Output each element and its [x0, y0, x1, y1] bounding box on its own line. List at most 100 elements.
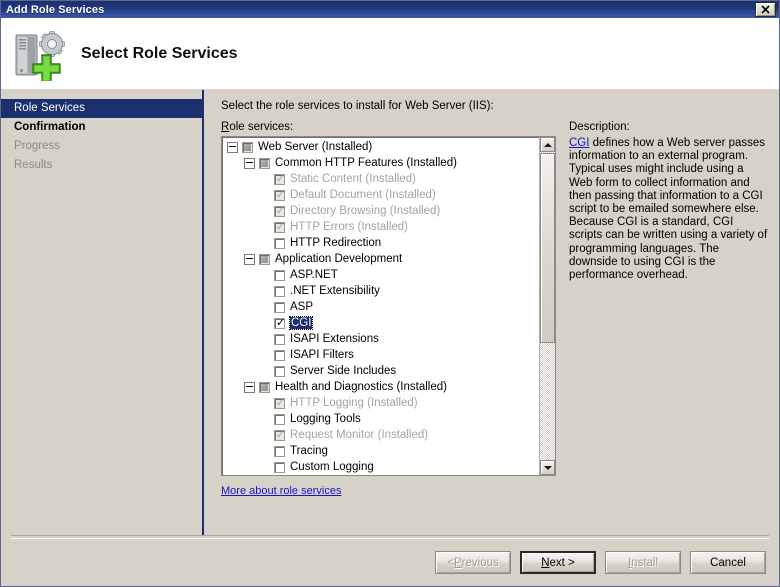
tree-row[interactable]: Server Side Includes — [222, 363, 539, 379]
tree-row-label[interactable]: Application Development — [275, 253, 402, 265]
tree-row[interactable]: ✓ Static Content (Installed) — [222, 171, 539, 187]
tree-row-label[interactable]: Health and Diagnostics (Installed) — [275, 381, 447, 393]
tree-checkbox[interactable] — [274, 334, 285, 345]
tree-row[interactable]: ASP — [222, 299, 539, 315]
tree-checkbox[interactable]: ✓ — [274, 190, 285, 201]
install-button-rest: nstall — [631, 557, 658, 569]
tree-checkbox[interactable]: ✓ — [274, 222, 285, 233]
tree-row-label[interactable]: ASP — [290, 301, 313, 313]
tree-row-label[interactable]: Tracing — [290, 445, 328, 457]
wizard-body: Role Services Confirmation Progress Resu… — [1, 90, 779, 535]
cgi-link[interactable]: CGI — [569, 137, 589, 149]
page-title: Select Role Services — [81, 45, 238, 63]
tree-expander-minus-icon[interactable] — [227, 142, 238, 153]
checkmark-icon: ✓ — [276, 221, 285, 232]
tree-row[interactable]: .NET Extensibility — [222, 283, 539, 299]
tree-checkbox[interactable] — [274, 366, 285, 377]
next-button-accesskey: N — [541, 557, 549, 569]
tree-row-label[interactable]: ISAPI Filters — [290, 349, 354, 361]
tree-row[interactable]: Application Development — [222, 251, 539, 267]
tree-row-label[interactable]: Logging Tools — [290, 413, 361, 425]
sidebar-item-confirmation[interactable]: Confirmation — [1, 118, 202, 137]
tree-checkbox[interactable]: ✓ — [274, 174, 285, 185]
install-button: Install — [605, 551, 681, 574]
tree-expander-minus-icon[interactable] — [244, 254, 255, 265]
tree-row-label[interactable]: Default Document (Installed) — [290, 189, 436, 201]
tree-row-label[interactable]: Custom Logging — [290, 461, 374, 473]
role-services-label-rest: ole services: — [229, 121, 293, 133]
tree-row[interactable]: Custom Logging — [222, 459, 539, 475]
tree-checkbox[interactable] — [274, 462, 285, 473]
tree-row[interactable]: Logging Tools — [222, 411, 539, 427]
tree-row-label[interactable]: Server Side Includes — [290, 365, 396, 377]
checkmark-icon: ✓ — [276, 397, 285, 408]
tree-checkbox[interactable]: ✓ — [274, 318, 285, 329]
tree-row[interactable]: ✓ Request Monitor (Installed) — [222, 427, 539, 443]
more-about-role-services-link[interactable]: More about role services — [221, 485, 341, 497]
tree-row-label[interactable]: HTTP Errors (Installed) — [290, 221, 408, 233]
tree-row-label[interactable]: .NET Extensibility — [290, 285, 380, 297]
checkmark-icon: ✓ — [276, 205, 285, 216]
tree-checkbox[interactable] — [274, 414, 285, 425]
tree-row[interactable]: Common HTTP Features (Installed) — [222, 155, 539, 171]
tree-row[interactable]: HTTP Redirection — [222, 235, 539, 251]
tree-row[interactable]: Web Server (Installed) — [222, 139, 539, 155]
tree-row[interactable]: ✓ HTTP Errors (Installed) — [222, 219, 539, 235]
tree-checkbox[interactable] — [259, 254, 270, 265]
tree-row-label[interactable]: Directory Browsing (Installed) — [290, 205, 440, 217]
description-label: Description: — [569, 121, 769, 133]
tree-row[interactable]: Tracing — [222, 443, 539, 459]
next-button[interactable]: Next > — [520, 551, 596, 574]
tree-row[interactable]: ISAPI Extensions — [222, 331, 539, 347]
tree-checkbox[interactable] — [274, 270, 285, 281]
role-services-listbox[interactable]: Web Server (Installed) Common HTTP Featur… — [221, 136, 556, 476]
tree-checkbox[interactable] — [259, 158, 270, 169]
tree-checkbox[interactable] — [274, 302, 285, 313]
cancel-button-label: Cancel — [710, 557, 746, 569]
content-columns: Role services: Web Server (Installed) Com… — [221, 121, 769, 535]
tree-row-label[interactable]: HTTP Logging (Installed) — [290, 397, 418, 409]
tree-row-label[interactable]: Web Server (Installed) — [258, 141, 372, 153]
tree-row-label[interactable]: ASP.NET — [290, 269, 338, 281]
checkmark-icon: ✓ — [276, 173, 285, 184]
role-services-tree[interactable]: Web Server (Installed) Common HTTP Featur… — [222, 139, 539, 475]
wizard-header: Select Role Services — [1, 18, 779, 90]
cancel-button[interactable]: Cancel — [690, 551, 766, 574]
tree-checkbox[interactable] — [274, 286, 285, 297]
tree-row[interactable]: ✓ Directory Browsing (Installed) — [222, 203, 539, 219]
tree-checkbox[interactable] — [242, 142, 253, 153]
tree-row[interactable]: ✓ Default Document (Installed) — [222, 187, 539, 203]
wizard-steps-sidebar: Role Services Confirmation Progress Resu… — [1, 90, 204, 535]
more-link-row: More about role services — [221, 485, 556, 497]
tree-row[interactable]: ISAPI Filters — [222, 347, 539, 363]
tree-row-label[interactable]: CGI — [290, 317, 312, 329]
role-services-label: Role services: — [221, 121, 556, 133]
tree-row-label[interactable]: Request Monitor (Installed) — [290, 429, 428, 441]
scrollbar-thumb[interactable] — [540, 153, 555, 343]
checkmark-icon: ✓ — [276, 189, 285, 200]
scroll-down-button[interactable] — [540, 460, 555, 475]
tree-row[interactable]: ✓ HTTP Logging (Installed) — [222, 395, 539, 411]
description-text: CGI defines how a Web server passes info… — [569, 137, 769, 282]
tree-expander-minus-icon[interactable] — [244, 158, 255, 169]
tree-row-label[interactable]: ISAPI Extensions — [290, 333, 379, 345]
close-icon[interactable] — [755, 2, 776, 17]
previous-button: < Previous — [435, 551, 511, 574]
tree-row-label[interactable]: HTTP Redirection — [290, 237, 381, 249]
tree-expander-minus-icon[interactable] — [244, 382, 255, 393]
tree-vertical-scrollbar[interactable] — [539, 137, 555, 475]
tree-checkbox[interactable] — [274, 350, 285, 361]
tree-row-label[interactable]: Common HTTP Features (Installed) — [275, 157, 457, 169]
tree-checkbox[interactable] — [259, 382, 270, 393]
tree-row[interactable]: Health and Diagnostics (Installed) — [222, 379, 539, 395]
tree-row-label[interactable]: Static Content (Installed) — [290, 173, 416, 185]
tree-checkbox[interactable]: ✓ — [274, 398, 285, 409]
tree-checkbox[interactable]: ✓ — [274, 206, 285, 217]
sidebar-item-role-services[interactable]: Role Services — [1, 99, 202, 118]
tree-row[interactable]: ✓ CGI — [222, 315, 539, 331]
tree-row[interactable]: ASP.NET — [222, 267, 539, 283]
tree-checkbox[interactable] — [274, 238, 285, 249]
scroll-up-button[interactable] — [540, 137, 555, 152]
tree-checkbox[interactable] — [274, 446, 285, 457]
tree-checkbox[interactable]: ✓ — [274, 430, 285, 441]
